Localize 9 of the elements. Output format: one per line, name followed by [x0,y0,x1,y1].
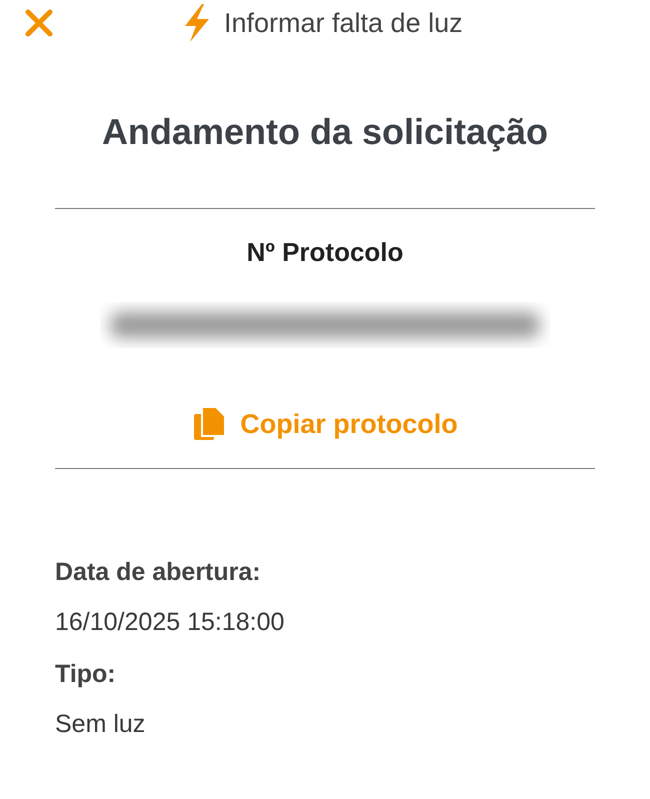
field-label: Data de abertura: [55,557,261,588]
close-icon [24,8,54,38]
field-label: Tipo: [55,659,116,690]
protocol-label: Nº Protocolo [246,237,404,268]
copy-protocol-button[interactable]: Copiar protocolo [192,406,458,442]
field-value: 16/10/2025 15:18:00 [55,607,284,638]
field-value: Sem luz [55,709,146,740]
page-title: Andamento da solicitação [100,110,550,154]
header-title: Informar falta de luz [224,8,463,38]
